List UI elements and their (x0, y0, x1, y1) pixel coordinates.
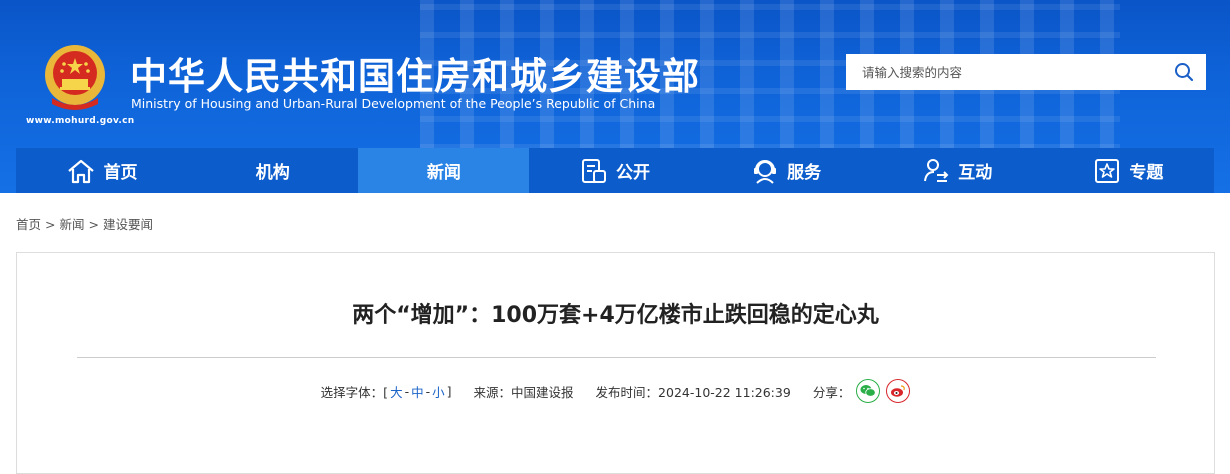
site-url: www.mohurd.gov.cn (26, 116, 135, 126)
font-size-label: 选择字体：[ (320, 384, 389, 400)
font-size-close: ] (446, 383, 452, 399)
nav-item-topics[interactable]: 专题 (1043, 148, 1214, 193)
share-label: 分享： (812, 384, 851, 400)
nav-label-home: 首页 (103, 163, 138, 183)
nav-label-organization: 机构 (255, 163, 290, 183)
nav-item-home[interactable]: 首页 (16, 148, 187, 193)
font-size-dash: - (425, 383, 431, 399)
weibo-share-icon[interactable] (886, 379, 911, 403)
article-title: 两个“增加”：100万套+4万亿楼市止跌回稳的定心丸 (352, 303, 879, 328)
publish-time: 发布时间：2024-10-22 11:26:39 (595, 384, 791, 400)
font-size-small-button[interactable]: 小 (432, 382, 445, 401)
nav-item-interaction[interactable]: 互动 (872, 148, 1043, 193)
home-icon (67, 159, 94, 183)
document-icon (581, 158, 606, 183)
breadcrumb-separator: > (88, 217, 99, 232)
breadcrumb-home[interactable]: 首页 (16, 217, 41, 232)
nav-item-service[interactable]: 服务 (701, 148, 872, 193)
site-subtitle: Ministry of Housing and Urban-Rural Deve… (131, 96, 656, 111)
breadcrumb-separator: > (45, 217, 56, 232)
article-card: 两个“增加”：100万套+4万亿楼市止跌回稳的定心丸 选择字体：[ 大 - 中 … (16, 252, 1215, 474)
font-size-dash: - (404, 383, 410, 399)
search-input[interactable] (846, 54, 1156, 90)
nav-item-disclosure[interactable]: 公开 (529, 148, 700, 193)
font-size-large-button[interactable]: 大 (390, 382, 403, 401)
breadcrumb-construction-news[interactable]: 建设要闻 (103, 217, 153, 232)
font-size-medium-button[interactable]: 中 (411, 382, 424, 401)
article-source: 来源：中国建设报 (473, 384, 574, 400)
site-title[interactable]: 中华人民共和国住房和城乡建设部 (130, 46, 700, 100)
main-nav: 首页 机构 新闻 公开 服务 互动 专题 (16, 148, 1214, 193)
service-headset-icon (754, 159, 777, 184)
search-icon[interactable] (1172, 60, 1196, 84)
article-meta: 选择字体：[ 大 - 中 - 小 ] 来源：中国建设报 发布时间：2024-10… (17, 379, 1214, 403)
breadcrumb-news[interactable]: 新闻 (60, 217, 85, 232)
title-divider (77, 357, 1156, 358)
nav-label-service: 服务 (787, 163, 822, 183)
nav-label-topics: 专题 (1129, 163, 1164, 183)
nav-item-organization[interactable]: 机构 (187, 148, 358, 193)
nav-label-interaction: 互动 (958, 163, 993, 183)
search-box (846, 54, 1206, 90)
nav-label-disclosure: 公开 (615, 163, 650, 183)
nav-label-news: 新闻 (426, 163, 461, 183)
breadcrumb: 首页 > 新闻 > 建设要闻 (16, 214, 153, 233)
nav-item-news[interactable]: 新闻 (358, 148, 530, 193)
star-icon (1095, 158, 1120, 183)
national-emblem-icon[interactable] (40, 42, 110, 112)
interaction-icon (924, 158, 949, 182)
wechat-share-icon[interactable] (856, 379, 881, 403)
